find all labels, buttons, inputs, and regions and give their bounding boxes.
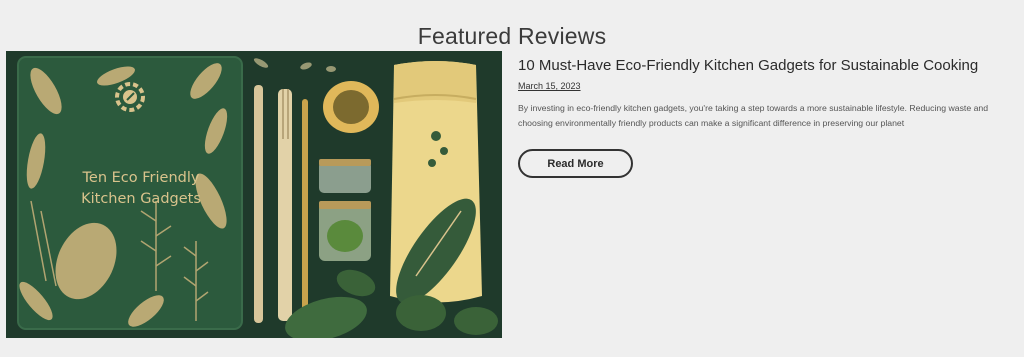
post-thumbnail[interactable]: Ten Eco Friendly Kitchen Gadgets	[6, 51, 502, 338]
post-title-link[interactable]: 10 Must-Have Eco-Friendly Kitchen Gadget…	[518, 57, 1018, 74]
wooden-spatula	[278, 89, 292, 321]
post-date[interactable]: March 15, 2023	[518, 81, 581, 91]
bamboo-straw	[302, 99, 308, 321]
section-title: Featured Reviews	[417, 23, 607, 50]
read-more-button[interactable]: Read More	[518, 149, 633, 178]
book-cover-title: Ten Eco Friendly Kitchen Gadgets	[81, 170, 201, 207]
wooden-stick	[254, 85, 263, 323]
post-excerpt: By investing in eco-friendly kitchen gad…	[518, 103, 989, 128]
